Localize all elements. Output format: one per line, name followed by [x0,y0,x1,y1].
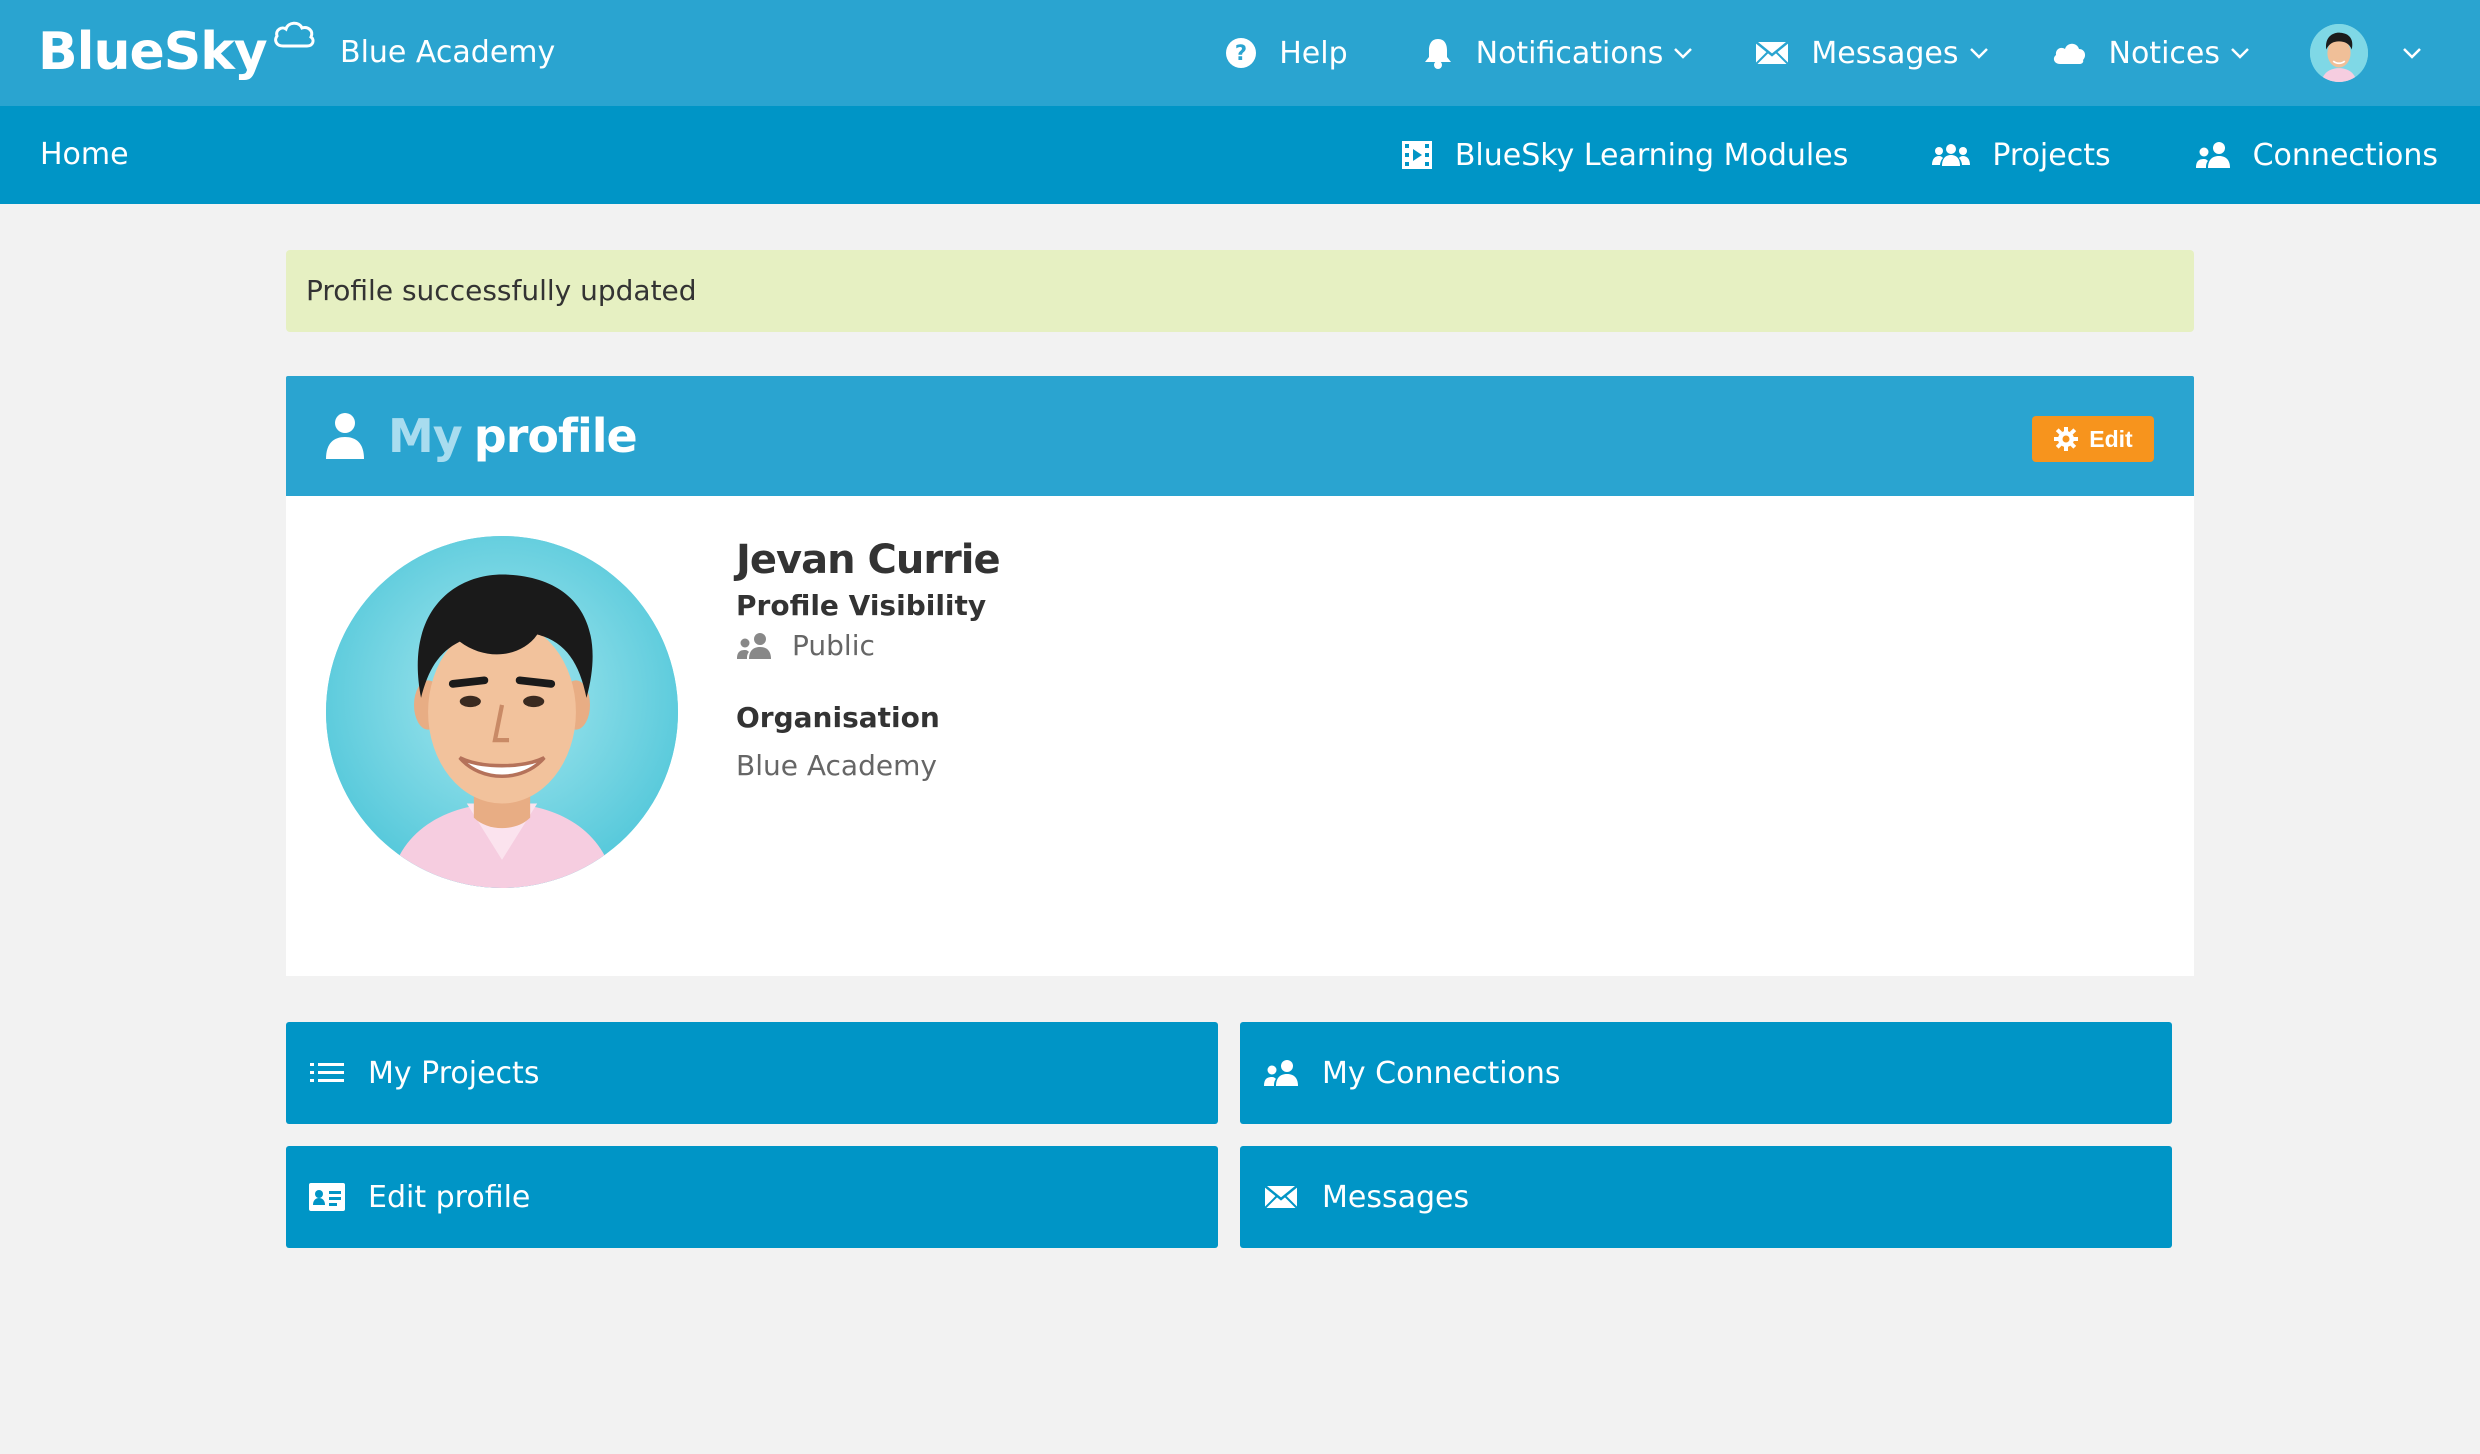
profile-card-body: Jevan Currie Profile Visibility Public O… [286,496,2194,976]
chevron-down-icon [1969,47,1989,59]
edit-profile-tile[interactable]: Edit profile [286,1146,1218,1248]
learning-modules-link[interactable]: BlueSky Learning Modules [1401,137,1849,173]
logo-text: BlueSky [38,22,268,82]
my-projects-tile[interactable]: My Projects [286,1022,1218,1124]
chevron-down-icon [2402,47,2422,59]
connections-icon [2195,141,2231,169]
secondary-nav-bar: Home BlueSky Learning Modules Projects C… [0,106,2480,204]
profile-info: Jevan Currie Profile Visibility Public O… [736,536,1001,786]
visibility-text: Public [792,629,875,662]
visibility-value: Public [736,626,1000,666]
secondary-nav: BlueSky Learning Modules Projects Connec… [1401,106,2438,204]
messages-tile[interactable]: Messages [1240,1146,2172,1248]
notifications-menu[interactable]: Notifications [1422,0,1694,106]
organisation-label: Organisation [736,701,940,734]
connections-label: Connections [2252,137,2438,173]
bluesky-logo[interactable]: BlueSky [38,20,317,84]
film-icon [1401,140,1433,170]
messages-tile-label: Messages [1322,1179,1470,1215]
user-icon [324,412,366,460]
list-icon [308,1061,346,1085]
chevron-down-icon [2230,47,2250,59]
envelope-icon [1755,41,1790,65]
notifications-label: Notifications [1475,35,1664,71]
page-title: My profile [324,376,638,496]
visibility-label: Profile Visibility [736,589,987,622]
notices-menu[interactable]: Notices [2051,0,2250,106]
projects-label: Projects [1992,137,2111,173]
my-connections-label: My Connections [1322,1055,1561,1091]
connections-link[interactable]: Connections [2195,138,2438,173]
chevron-down-icon [1673,47,1693,59]
my-connections-tile[interactable]: My Connections [1240,1022,2172,1124]
cloud-icon [271,18,317,56]
top-nav: ? Help Notifications Messages Notices [1225,0,2480,106]
messages-menu[interactable]: Messages [1755,0,1988,106]
messages-label: Messages [1811,35,1959,71]
svg-text:?: ? [1235,41,1247,65]
success-alert: Profile successfully updated [286,250,2194,332]
title-my: My [388,409,463,463]
edit-profile-button[interactable]: Edit [2032,416,2154,462]
connections-icon [736,632,772,660]
top-bar: BlueSky Blue Academy ? Help Notification… [0,0,2480,106]
home-link[interactable]: Home [40,106,129,204]
profile-avatar [326,536,678,888]
help-label: Help [1279,35,1348,71]
org-name: Blue Academy [340,35,556,70]
group-icon [1932,142,1971,168]
gear-icon [2053,426,2079,452]
learning-modules-label: BlueSky Learning Modules [1454,137,1849,173]
cloud-icon [2051,40,2087,66]
bell-icon [1422,36,1454,70]
help-link[interactable]: ? Help [1225,0,1348,106]
help-icon: ? [1225,37,1257,69]
avatar [2310,24,2368,82]
edit-label: Edit [2089,425,2133,452]
envelope-icon [1262,1185,1300,1209]
organisation-value: Blue Academy [736,749,937,782]
profile-card-header: My profile Edit [286,376,2194,496]
notices-label: Notices [2108,35,2220,71]
edit-profile-label: Edit profile [368,1179,531,1215]
projects-link[interactable]: Projects [1932,137,2111,173]
id-card-icon [308,1183,346,1211]
user-name: Jevan Currie [736,537,1001,583]
user-menu[interactable] [2310,0,2422,106]
connections-icon [1262,1059,1300,1087]
my-projects-label: My Projects [368,1055,540,1091]
title-profile: profile [473,409,638,463]
